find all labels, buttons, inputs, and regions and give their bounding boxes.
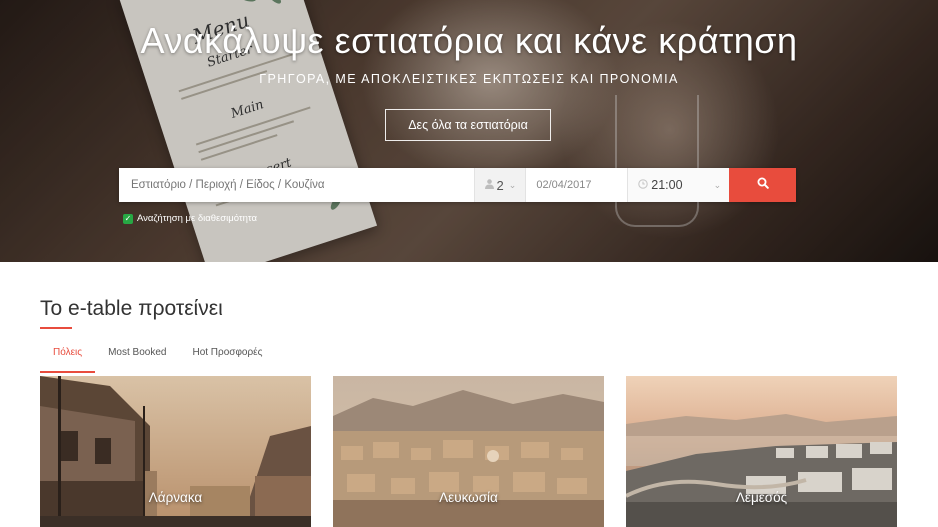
city-name: Λεμεσός xyxy=(735,490,788,505)
person-icon xyxy=(484,178,494,192)
city-card-nicosia[interactable]: Λευκωσία xyxy=(333,376,604,527)
search-bar: 2 ⌄ 02/04/2017 21:00 ⌄ xyxy=(119,168,796,202)
chevron-down-icon: ⌄ xyxy=(508,179,517,190)
search-button[interactable] xyxy=(729,168,796,202)
search-input[interactable] xyxy=(119,168,475,202)
tab-cities[interactable]: Πόλεις xyxy=(40,347,96,373)
section-title: Το e-table προτείνει xyxy=(40,297,223,320)
see-all-restaurants-button[interactable]: Δες όλα τα εστιατόρια xyxy=(385,109,551,141)
date-value: 02/04/2017 xyxy=(536,179,592,191)
party-size-value: 2 xyxy=(496,177,504,193)
city-name: Λευκωσία xyxy=(439,490,498,505)
tab-hot-offers[interactable]: Hot Προσφορές xyxy=(179,347,275,373)
time-value: 21:00 xyxy=(651,178,683,192)
availability-label: Αναζήτηση με διαθεσιμότητα xyxy=(137,213,258,224)
title-underline xyxy=(40,327,72,329)
chevron-down-icon: ⌄ xyxy=(713,179,722,190)
hero-banner: Menu Starter Main Dessert Ανακάλυψε εστι… xyxy=(0,0,938,262)
clock-icon xyxy=(638,178,648,192)
party-size-select[interactable]: 2 ⌄ xyxy=(474,168,526,202)
hero-subtitle: ΓΡΗΓΟΡΑ, ΜΕ ΑΠΟΚΛΕΙΣΤΙΚΕΣ ΕΚΠΤΩΣΕΙΣ ΚΑΙ … xyxy=(259,72,679,86)
availability-toggle[interactable]: ✓ Αναζήτηση με διαθεσιμότητα xyxy=(123,213,257,224)
checkbox-checked-icon[interactable]: ✓ xyxy=(123,213,133,224)
hero-title: Ανακάλυψε εστιατόρια και κάνε κράτηση xyxy=(140,20,798,61)
city-name: Λάρνακα xyxy=(148,490,203,505)
suggestion-tabs: Πόλεις Most Booked Hot Προσφορές xyxy=(40,347,275,373)
tab-most-booked[interactable]: Most Booked xyxy=(95,347,179,373)
date-picker[interactable]: 02/04/2017 xyxy=(525,168,627,202)
search-icon xyxy=(757,176,769,194)
city-card-larnaca[interactable]: Λάρνακα xyxy=(40,376,311,527)
city-card-limassol[interactable]: Λεμεσός xyxy=(626,376,897,527)
time-select[interactable]: 21:00 ⌄ xyxy=(627,168,730,202)
